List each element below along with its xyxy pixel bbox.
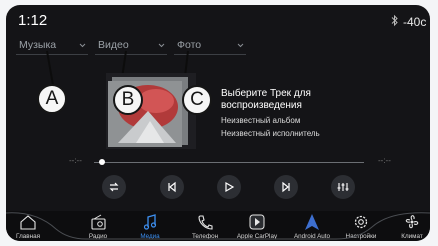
play-button[interactable] — [217, 175, 241, 199]
callout-b-label: B — [113, 85, 143, 115]
select-track-prompt: Выберите Трек для воспроизведения — [221, 88, 311, 111]
previous-icon — [168, 181, 176, 193]
total-time: --:-- — [378, 156, 391, 165]
infotainment-screen: 1:12 -40c Музыка Видео Фото A B C Выбери… — [6, 5, 430, 241]
album-name: Неизвестный альбом — [221, 116, 301, 125]
elapsed-time: --:-- — [69, 156, 82, 165]
callout-a-label: A — [37, 84, 67, 114]
artist-name: Неизвестный исполнитель — [221, 129, 320, 138]
equalizer-button[interactable] — [331, 175, 355, 199]
callout-lines — [46, 50, 189, 86]
previous-button[interactable] — [160, 175, 184, 199]
nav-divider-curve — [6, 212, 430, 240]
repeat-button[interactable] — [102, 175, 126, 199]
progress-bar[interactable] — [94, 162, 364, 163]
equalizer-icon — [337, 183, 349, 191]
progress-handle[interactable] — [99, 159, 105, 165]
play-icon — [225, 181, 235, 193]
repeat-icon — [109, 182, 119, 192]
next-icon — [282, 181, 290, 193]
next-button[interactable] — [274, 175, 298, 199]
callout-c-label: C — [182, 85, 212, 115]
